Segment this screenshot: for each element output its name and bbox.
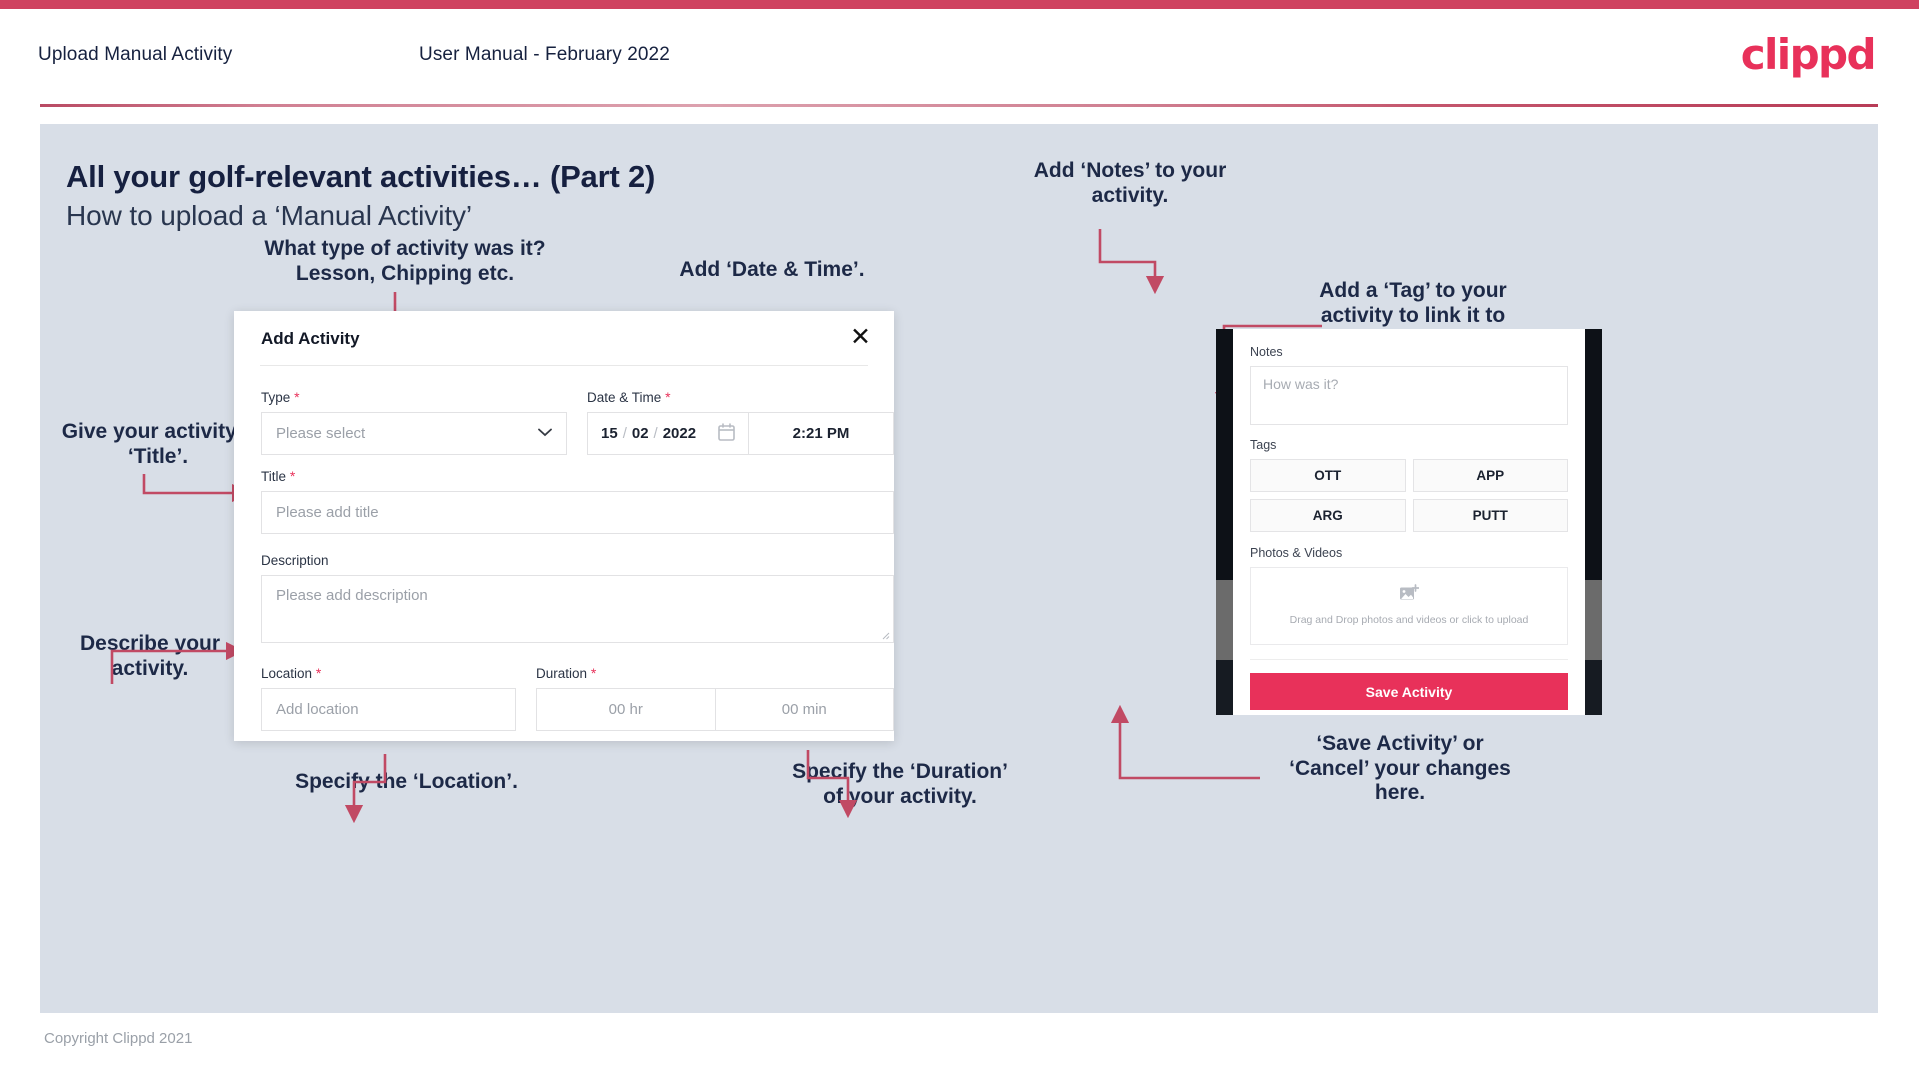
phone-frame-right-lower: [1585, 660, 1602, 715]
callout-notes: Add ‘Notes’ to your activity.: [1033, 159, 1227, 207]
phone-screen: Notes How was it? Tags OTT APP ARG PUTT …: [1233, 329, 1585, 715]
page-subtitle: How to upload a ‘Manual Activity’: [66, 200, 473, 231]
time-input[interactable]: 2:21 PM: [748, 413, 893, 454]
required-marker: *: [661, 389, 671, 405]
tags-grid: OTT APP ARG PUTT: [1250, 459, 1568, 532]
tag-button-app[interactable]: APP: [1412, 459, 1568, 492]
tag-button-arg[interactable]: ARG: [1250, 499, 1406, 532]
duration-hours-input[interactable]: 00 hr: [537, 689, 715, 730]
callout-datetime: Add ‘Date & Time’.: [679, 258, 865, 281]
row-title: Title * Please add title: [261, 468, 894, 534]
field-description: Description Please add description: [261, 553, 894, 643]
media-dropzone[interactable]: Drag and Drop photos and videos or click…: [1250, 567, 1568, 645]
duration-group: 00 hr 00 min: [536, 688, 894, 731]
phone-side-button-right: [1585, 580, 1602, 660]
field-datetime: Date & Time * 15 / 02 / 2022 2:21 PM: [587, 389, 894, 455]
duration-label: Duration *: [536, 665, 597, 681]
media-label: Photos & Videos: [1250, 546, 1343, 560]
clippd-logo: clippd: [1740, 30, 1877, 79]
description-label: Description: [261, 553, 329, 568]
title-input[interactable]: Please add title: [261, 491, 894, 534]
callout-save: ‘Save Activity’ or ‘Cancel’ your changes…: [1289, 732, 1511, 805]
required-marker: *: [290, 389, 300, 405]
required-marker: *: [587, 665, 597, 681]
dropzone-text: Drag and Drop photos and videos or click…: [1289, 613, 1529, 626]
add-image-icon: [1399, 584, 1420, 607]
location-label: Location *: [261, 665, 322, 681]
callout-type: What type of activity was it? Lesson, Ch…: [264, 237, 546, 285]
date-sep-2: /: [653, 425, 658, 442]
description-textarea[interactable]: Please add description: [261, 575, 894, 643]
tags-label: Tags: [1250, 438, 1277, 452]
top-accent-bar: [0, 0, 1919, 9]
header-title: Upload Manual Activity: [38, 44, 233, 65]
calendar-icon[interactable]: [718, 422, 735, 445]
add-activity-dialog: Add Activity ✕ Type * Please select Date: [234, 311, 894, 741]
resize-grip-icon[interactable]: [881, 631, 890, 640]
field-duration: Duration * 00 hr 00 min: [536, 665, 894, 731]
row-location-duration: Location * Add location Duration * 00 hr…: [261, 665, 894, 731]
callout-location: Specify the ‘Location’.: [295, 770, 518, 793]
save-activity-button[interactable]: Save Activity: [1250, 673, 1568, 710]
description-placeholder: Please add description: [276, 587, 428, 604]
close-icon[interactable]: ✕: [850, 324, 871, 349]
tag-button-ott[interactable]: OTT: [1250, 459, 1406, 492]
type-select[interactable]: Please select: [261, 412, 567, 455]
row-description: Description Please add description: [261, 553, 894, 643]
location-input[interactable]: Add location: [261, 688, 516, 731]
type-placeholder: Please select: [276, 425, 366, 442]
required-marker: *: [286, 468, 296, 484]
date-sep-1: /: [622, 425, 627, 442]
phone-divider: [1250, 659, 1568, 660]
datetime-label: Date & Time *: [587, 389, 671, 405]
dialog-divider: [260, 365, 868, 366]
field-title: Title * Please add title: [261, 468, 894, 534]
date-year: 2022: [662, 425, 697, 442]
datetime-group: 15 / 02 / 2022 2:21 PM: [587, 412, 894, 455]
duration-minutes-input[interactable]: 00 min: [714, 689, 894, 730]
phone-frame-left: [1216, 329, 1233, 715]
row-type-datetime: Type * Please select Date & Time * 15 /: [261, 389, 894, 455]
page-title: All your golf-relevant activities… (Part…: [66, 159, 656, 194]
phone-mockup: Notes How was it? Tags OTT APP ARG PUTT …: [1216, 329, 1602, 715]
footer-copyright: Copyright Clippd 2021: [44, 1030, 193, 1047]
type-label: Type *: [261, 389, 300, 405]
date-month: 02: [631, 425, 649, 442]
slide-page: Upload Manual Activity User Manual - Feb…: [0, 0, 1919, 1079]
date-input[interactable]: 15 / 02 / 2022: [588, 413, 748, 454]
phone-frame-left-lower: [1216, 660, 1233, 715]
phone-side-button-left: [1216, 580, 1233, 660]
header-divider: [40, 104, 1878, 107]
field-location: Location * Add location: [261, 665, 516, 731]
chevron-down-icon: [538, 426, 552, 441]
header-subtitle: User Manual - February 2022: [419, 44, 670, 65]
tag-button-putt[interactable]: PUTT: [1412, 499, 1568, 532]
notes-textarea[interactable]: How was it?: [1250, 366, 1568, 425]
required-marker: *: [312, 665, 322, 681]
callout-description: Describe your activity.: [79, 632, 221, 680]
phone-frame-right: [1585, 329, 1602, 715]
dialog-header: Add Activity ✕: [234, 311, 894, 365]
notes-label: Notes: [1250, 345, 1283, 359]
date-day: 15: [601, 425, 618, 442]
callout-duration: Specify the ‘Duration’ of your activity.: [792, 760, 1008, 808]
dialog-title: Add Activity: [261, 329, 360, 348]
field-type: Type * Please select: [261, 389, 567, 455]
slide-canvas: All your golf-relevant activities… (Part…: [40, 124, 1878, 1013]
title-label: Title *: [261, 468, 296, 484]
